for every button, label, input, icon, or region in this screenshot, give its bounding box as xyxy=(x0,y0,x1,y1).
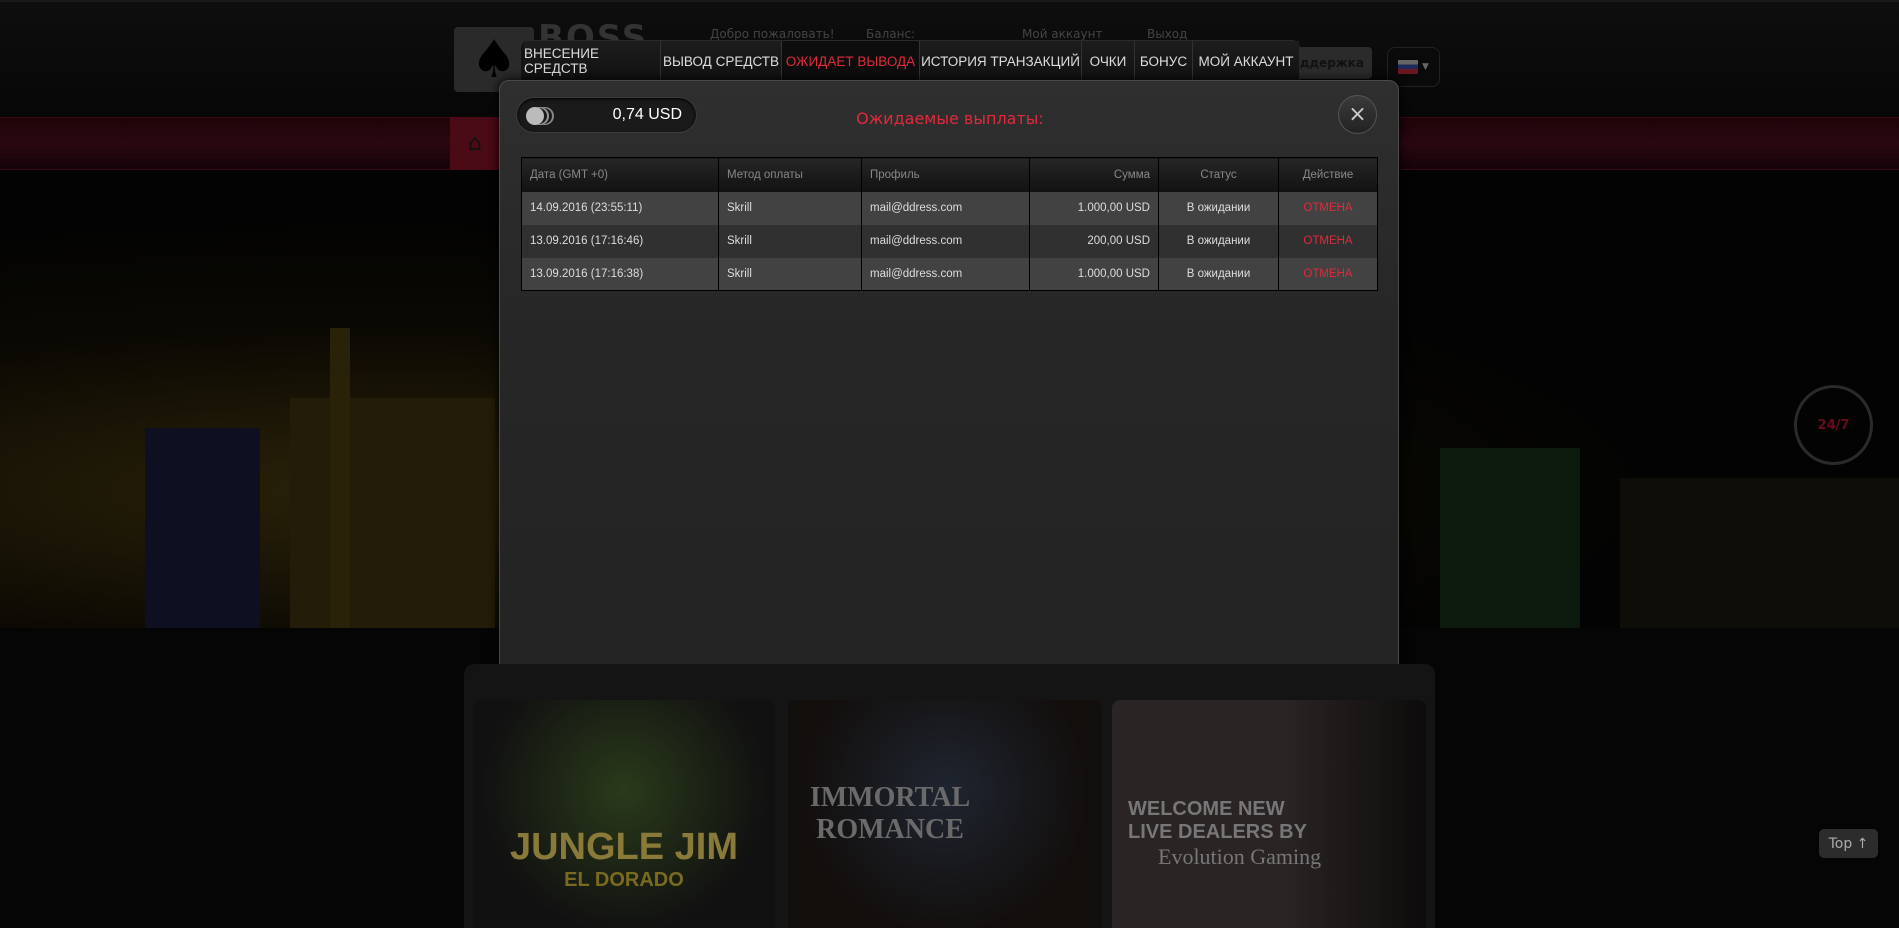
tab-transaction-history[interactable]: ИСТОРИЯ ТРАНЗАКЦИЙ xyxy=(920,41,1082,81)
cell-profile: mail@ddress.com xyxy=(861,257,1030,291)
cancel-button[interactable]: ОТМЕНА xyxy=(1278,191,1378,225)
cell-method: Skrill xyxy=(718,191,862,225)
tab-deposit[interactable]: ВНЕСЕНИЕ СРЕДСТВ xyxy=(524,41,661,81)
cell-method: Skrill xyxy=(718,224,862,258)
cell-status: В ожидании xyxy=(1158,257,1279,291)
cell-status: В ожидании xyxy=(1158,191,1279,225)
table-row: 13.09.2016 (17:16:46) Skrill mail@ddress… xyxy=(521,224,1378,258)
tab-my-account[interactable]: МОЙ АККАУНТ xyxy=(1193,41,1299,81)
logo-text: BOSS xyxy=(538,18,649,42)
cancel-button[interactable]: ОТМЕНА xyxy=(1278,224,1378,258)
table-row: 13.09.2016 (17:16:38) Skrill mail@ddress… xyxy=(521,257,1378,291)
cell-profile: mail@ddress.com xyxy=(861,191,1030,225)
my-account-link[interactable]: Мой аккаунт xyxy=(1022,27,1102,41)
close-icon[interactable]: × xyxy=(1338,95,1377,134)
account-tabs: ВНЕСЕНИЕ СРЕДСТВ ВЫВОД СРЕДСТВ ОЖИДАЕТ В… xyxy=(520,40,1300,81)
pending-withdrawals-modal: 0,74 USD Ожидаемые выплаты: × Дата (GMT … xyxy=(499,80,1399,730)
cell-method: Skrill xyxy=(718,257,862,291)
cell-date: 13.09.2016 (17:16:38) xyxy=(521,257,719,291)
tab-bonus[interactable]: БОНУС xyxy=(1135,41,1193,81)
live-support-headset-icon[interactable]: 24/7 xyxy=(1794,385,1873,465)
game-subtitle: ROMANCE xyxy=(816,814,964,845)
cancel-button[interactable]: ОТМЕНА xyxy=(1278,257,1378,291)
balance-label: Баланс: xyxy=(866,27,916,41)
column-header-method: Метод оплаты xyxy=(718,157,862,192)
game-tile-immortal-romance[interactable]: IMMORTAL ROMANCE xyxy=(788,700,1102,928)
support-button[interactable]: Поддержка xyxy=(1281,47,1372,79)
table-row: 14.09.2016 (23:55:11) Skrill mail@ddress… xyxy=(521,191,1378,225)
game-title: IMMORTAL xyxy=(809,782,971,813)
column-header-date: Дата (GMT +0) xyxy=(521,157,719,192)
column-header-amount: Сумма xyxy=(1029,157,1159,192)
column-header-profile: Профиль xyxy=(861,157,1030,192)
game-tile-evolution-gaming[interactable]: WELCOME NEW LIVE DEALERS BY Evolution Ga… xyxy=(1112,700,1426,928)
cell-amount: 1.000,00 USD xyxy=(1029,191,1159,225)
modal-title: Ожидаемые выплаты: xyxy=(856,109,1044,128)
game-subtitle: EL DORADO xyxy=(564,869,684,891)
russian-flag-icon xyxy=(1398,60,1419,74)
column-header-action: Действие xyxy=(1278,157,1378,192)
pending-withdrawals-table: Дата (GMT +0) Метод оплаты Профиль Сумма… xyxy=(521,157,1378,291)
game-title: WELCOME NEW LIVE DEALERS BY xyxy=(1128,798,1307,843)
game-title: JUNGLE JIM xyxy=(509,826,739,868)
chat-label: 24/7 xyxy=(1817,417,1850,433)
column-header-status: Статус xyxy=(1158,157,1279,192)
tab-withdraw[interactable]: ВЫВОД СРЕДСТВ xyxy=(661,41,782,81)
game-subtitle: Evolution Gaming xyxy=(1158,844,1322,869)
chevron-down-icon: ▼ xyxy=(1422,62,1429,72)
cell-status: В ожидании xyxy=(1158,224,1279,258)
welcome-text: Добро пожаловать! xyxy=(710,27,835,41)
tab-points[interactable]: ОЧКИ xyxy=(1082,41,1135,81)
tab-pending-withdrawals[interactable]: ОЖИДАЕТ ВЫВОДА xyxy=(782,41,920,81)
scroll-to-top-button[interactable]: Top ↑ xyxy=(1819,829,1878,858)
cell-amount: 1.000,00 USD xyxy=(1029,257,1159,291)
cell-profile: mail@ddress.com xyxy=(861,224,1030,258)
logout-link[interactable]: Выход xyxy=(1147,27,1187,41)
featured-games-panel: JUNGLE JIM EL DORADO IMMORTAL ROMANCE WE… xyxy=(464,664,1435,928)
home-icon[interactable]: ⌂ xyxy=(450,117,500,170)
cell-amount: 200,00 USD xyxy=(1029,224,1159,258)
game-tile-jungle-jim[interactable]: JUNGLE JIM EL DORADO xyxy=(473,700,775,928)
cell-date: 14.09.2016 (23:55:11) xyxy=(521,191,719,225)
cell-date: 13.09.2016 (17:16:46) xyxy=(521,224,719,258)
